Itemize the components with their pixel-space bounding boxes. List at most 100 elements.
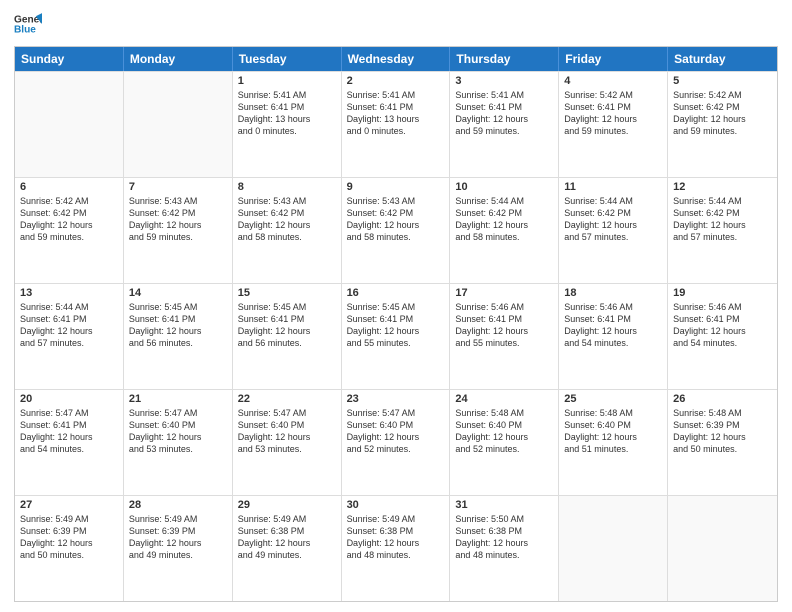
day-info: Sunrise: 5:44 AMSunset: 6:42 PMDaylight:… <box>564 195 662 244</box>
day-info: Sunrise: 5:43 AMSunset: 6:42 PMDaylight:… <box>129 195 227 244</box>
calendar-cell: 19 Sunrise: 5:46 AMSunset: 6:41 PMDayligh… <box>668 284 777 389</box>
day-number: 22 <box>238 393 336 405</box>
day-info: Sunrise: 5:48 AMSunset: 6:40 PMDaylight:… <box>455 407 553 456</box>
day-info: Sunrise: 5:43 AMSunset: 6:42 PMDaylight:… <box>347 195 445 244</box>
calendar: SundayMondayTuesdayWednesdayThursdayFrid… <box>14 46 778 602</box>
day-number: 13 <box>20 287 118 299</box>
day-number: 3 <box>455 75 553 87</box>
calendar-cell: 29 Sunrise: 5:49 AMSunset: 6:38 PMDayligh… <box>233 496 342 601</box>
calendar-cell: 12 Sunrise: 5:44 AMSunset: 6:42 PMDayligh… <box>668 178 777 283</box>
day-info: Sunrise: 5:49 AMSunset: 6:38 PMDaylight:… <box>347 513 445 562</box>
day-info: Sunrise: 5:46 AMSunset: 6:41 PMDaylight:… <box>455 301 553 350</box>
header-day-sunday: Sunday <box>15 47 124 71</box>
day-info: Sunrise: 5:47 AMSunset: 6:41 PMDaylight:… <box>20 407 118 456</box>
calendar-cell: 9 Sunrise: 5:43 AMSunset: 6:42 PMDaylight… <box>342 178 451 283</box>
day-number: 2 <box>347 75 445 87</box>
day-number: 25 <box>564 393 662 405</box>
header-day-tuesday: Tuesday <box>233 47 342 71</box>
day-number: 9 <box>347 181 445 193</box>
day-info: Sunrise: 5:41 AMSunset: 6:41 PMDaylight:… <box>455 89 553 138</box>
day-info: Sunrise: 5:47 AMSunset: 6:40 PMDaylight:… <box>129 407 227 456</box>
calendar-cell: 17 Sunrise: 5:46 AMSunset: 6:41 PMDayligh… <box>450 284 559 389</box>
calendar-week-1: 1 Sunrise: 5:41 AMSunset: 6:41 PMDaylight… <box>15 71 777 177</box>
day-number: 20 <box>20 393 118 405</box>
calendar-cell: 26Sunrise: 5:48 AMSunset: 6:39 PMDayligh… <box>668 390 777 495</box>
header-day-wednesday: Wednesday <box>342 47 451 71</box>
day-number: 27 <box>20 499 118 511</box>
day-info: Sunrise: 5:45 AMSunset: 6:41 PMDaylight:… <box>129 301 227 350</box>
calendar-cell <box>124 72 233 177</box>
day-info: Sunrise: 5:45 AMSunset: 6:41 PMDaylight:… <box>238 301 336 350</box>
calendar-cell: 6Sunrise: 5:42 AMSunset: 6:42 PMDaylight… <box>15 178 124 283</box>
calendar-cell: 15Sunrise: 5:45 AMSunset: 6:41 PMDayligh… <box>233 284 342 389</box>
calendar-header-row: SundayMondayTuesdayWednesdayThursdayFrid… <box>15 47 777 71</box>
calendar-cell: 1Sunrise: 5:41 AMSunset: 6:41 PMDaylight… <box>233 72 342 177</box>
day-info: Sunrise: 5:44 AMSunset: 6:42 PMDaylight:… <box>455 195 553 244</box>
day-number: 31 <box>455 499 553 511</box>
day-number: 6 <box>20 181 118 193</box>
calendar-cell: 3 Sunrise: 5:41 AMSunset: 6:41 PMDaylight… <box>450 72 559 177</box>
day-info: Sunrise: 5:46 AMSunset: 6:41 PMDaylight:… <box>564 301 662 350</box>
calendar-cell: 27 Sunrise: 5:49 AMSunset: 6:39 PMDayligh… <box>15 496 124 601</box>
day-number: 26 <box>673 393 772 405</box>
calendar-cell: 8Sunrise: 5:43 AMSunset: 6:42 PMDaylight… <box>233 178 342 283</box>
calendar-cell: 30 Sunrise: 5:49 AMSunset: 6:38 PMDayligh… <box>342 496 451 601</box>
day-info: Sunrise: 5:44 AMSunset: 6:41 PMDaylight:… <box>20 301 118 350</box>
calendar-cell: 16Sunrise: 5:45 AMSunset: 6:41 PMDayligh… <box>342 284 451 389</box>
calendar-week-4: 20 Sunrise: 5:47 AMSunset: 6:41 PMDayligh… <box>15 389 777 495</box>
day-info: Sunrise: 5:49 AMSunset: 6:39 PMDaylight:… <box>20 513 118 562</box>
day-number: 21 <box>129 393 227 405</box>
day-info: Sunrise: 5:47 AMSunset: 6:40 PMDaylight:… <box>238 407 336 456</box>
day-info: Sunrise: 5:50 AMSunset: 6:38 PMDaylight:… <box>455 513 553 562</box>
day-number: 12 <box>673 181 772 193</box>
day-info: Sunrise: 5:41 AMSunset: 6:41 PMDaylight:… <box>347 89 445 138</box>
day-number: 29 <box>238 499 336 511</box>
calendar-cell: 10 Sunrise: 5:44 AMSunset: 6:42 PMDayligh… <box>450 178 559 283</box>
day-info: Sunrise: 5:43 AMSunset: 6:42 PMDaylight:… <box>238 195 336 244</box>
day-info: Sunrise: 5:49 AMSunset: 6:39 PMDaylight:… <box>129 513 227 562</box>
calendar-cell: 7 Sunrise: 5:43 AMSunset: 6:42 PMDaylight… <box>124 178 233 283</box>
day-number: 10 <box>455 181 553 193</box>
calendar-week-3: 13 Sunrise: 5:44 AMSunset: 6:41 PMDayligh… <box>15 283 777 389</box>
day-info: Sunrise: 5:47 AMSunset: 6:40 PMDaylight:… <box>347 407 445 456</box>
calendar-week-2: 6Sunrise: 5:42 AMSunset: 6:42 PMDaylight… <box>15 177 777 283</box>
header-day-thursday: Thursday <box>450 47 559 71</box>
day-number: 17 <box>455 287 553 299</box>
calendar-cell <box>559 496 668 601</box>
calendar-cell: 28 Sunrise: 5:49 AMSunset: 6:39 PMDayligh… <box>124 496 233 601</box>
calendar-cell <box>15 72 124 177</box>
logo-icon: General Blue <box>14 10 42 38</box>
header-day-monday: Monday <box>124 47 233 71</box>
calendar-cell: 25Sunrise: 5:48 AMSunset: 6:40 PMDayligh… <box>559 390 668 495</box>
day-number: 4 <box>564 75 662 87</box>
day-number: 19 <box>673 287 772 299</box>
calendar-cell: 4 Sunrise: 5:42 AMSunset: 6:41 PMDaylight… <box>559 72 668 177</box>
calendar-week-5: 27 Sunrise: 5:49 AMSunset: 6:39 PMDayligh… <box>15 495 777 601</box>
calendar-cell: 20 Sunrise: 5:47 AMSunset: 6:41 PMDayligh… <box>15 390 124 495</box>
day-info: Sunrise: 5:46 AMSunset: 6:41 PMDaylight:… <box>673 301 772 350</box>
day-number: 18 <box>564 287 662 299</box>
calendar-cell: 18 Sunrise: 5:46 AMSunset: 6:41 PMDayligh… <box>559 284 668 389</box>
day-info: Sunrise: 5:49 AMSunset: 6:38 PMDaylight:… <box>238 513 336 562</box>
calendar-body: 1 Sunrise: 5:41 AMSunset: 6:41 PMDaylight… <box>15 71 777 601</box>
day-info: Sunrise: 5:42 AMSunset: 6:42 PMDaylight:… <box>673 89 772 138</box>
day-info: Sunrise: 5:45 AMSunset: 6:41 PMDaylight:… <box>347 301 445 350</box>
logo: General Blue <box>14 10 42 38</box>
page: General Blue SundayMondayTuesdayWednesda… <box>0 0 792 612</box>
day-number: 30 <box>347 499 445 511</box>
day-number: 28 <box>129 499 227 511</box>
day-number: 11 <box>564 181 662 193</box>
day-number: 7 <box>129 181 227 193</box>
calendar-cell: 24Sunrise: 5:48 AMSunset: 6:40 PMDayligh… <box>450 390 559 495</box>
day-number: 5 <box>673 75 772 87</box>
header-day-friday: Friday <box>559 47 668 71</box>
day-number: 1 <box>238 75 336 87</box>
day-info: Sunrise: 5:42 AMSunset: 6:41 PMDaylight:… <box>564 89 662 138</box>
header-day-saturday: Saturday <box>668 47 777 71</box>
calendar-cell: 2 Sunrise: 5:41 AMSunset: 6:41 PMDaylight… <box>342 72 451 177</box>
svg-text:Blue: Blue <box>14 25 36 36</box>
day-number: 14 <box>129 287 227 299</box>
day-number: 23 <box>347 393 445 405</box>
day-info: Sunrise: 5:44 AMSunset: 6:42 PMDaylight:… <box>673 195 772 244</box>
calendar-cell: 11 Sunrise: 5:44 AMSunset: 6:42 PMDayligh… <box>559 178 668 283</box>
